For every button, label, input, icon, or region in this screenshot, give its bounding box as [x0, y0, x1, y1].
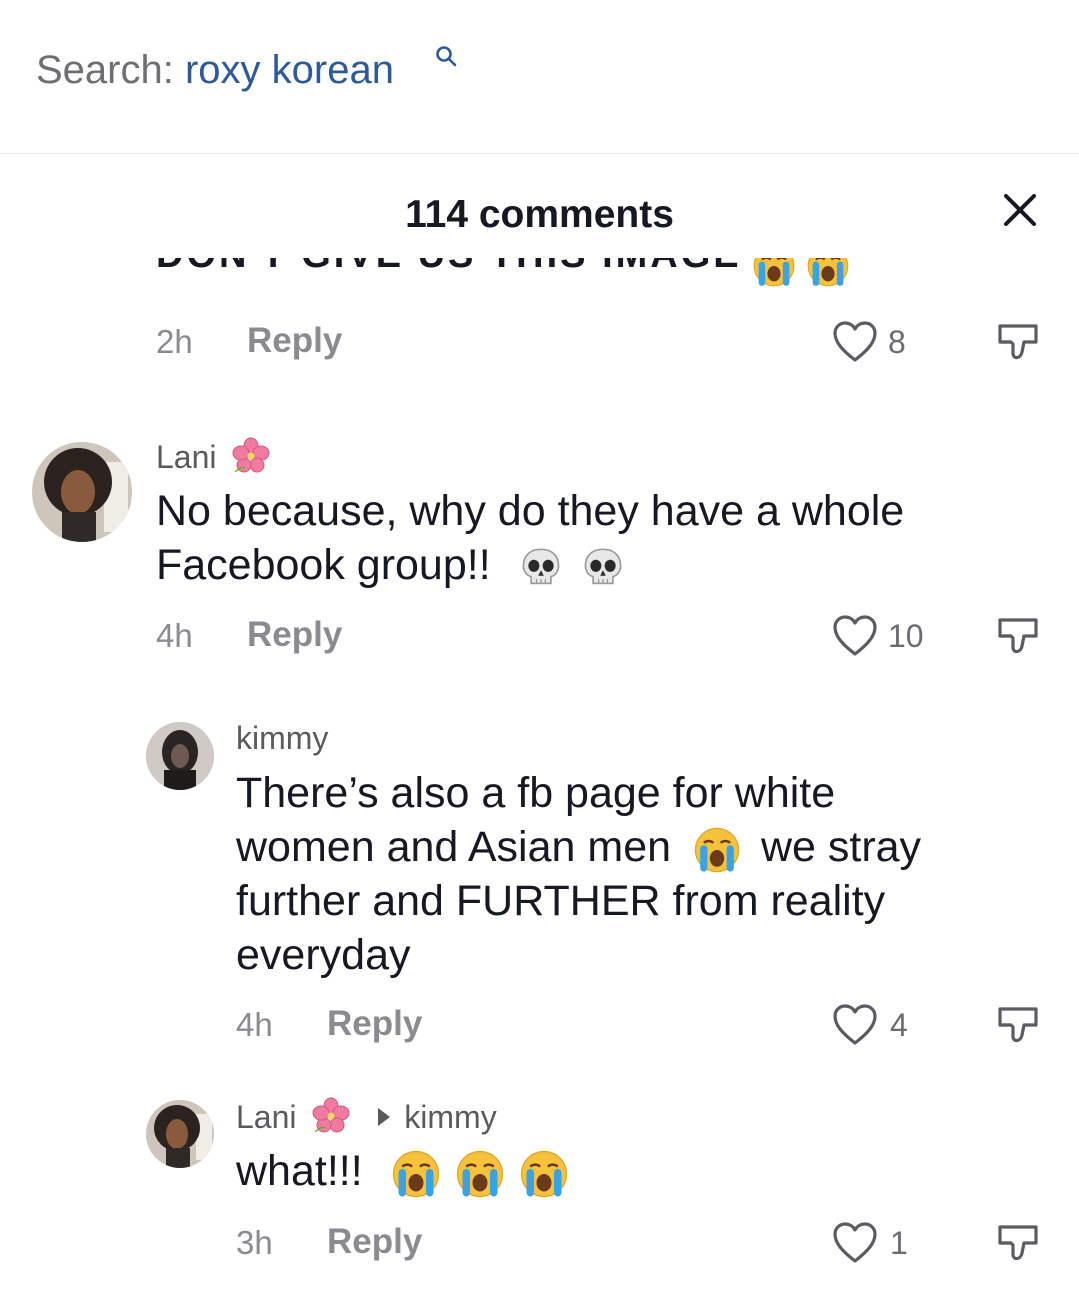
avatar[interactable]	[32, 442, 132, 542]
heart-icon[interactable]	[832, 1221, 878, 1265]
search-bar[interactable]: Search: roxy korean	[0, 0, 1079, 154]
dislike-icon[interactable]	[996, 320, 1040, 364]
comments-count-title: 114 comments	[405, 193, 674, 236]
avatar[interactable]	[146, 1100, 214, 1168]
comment-username[interactable]: Lani kimmy	[236, 1096, 497, 1137]
comment-time: 4h	[236, 1006, 273, 1043]
heart-icon[interactable]	[832, 320, 878, 364]
close-icon[interactable]	[998, 188, 1042, 232]
reply-to-username[interactable]: kimmy	[404, 1099, 496, 1135]
like-count: 1	[890, 1225, 908, 1261]
comment-text: No because, why do they have a whole Fac…	[156, 487, 905, 590]
comment-time: 2h	[156, 323, 193, 360]
reply-button[interactable]: Reply	[247, 321, 342, 361]
heart-icon[interactable]	[832, 614, 878, 658]
crying-face-emoji	[519, 1149, 569, 1199]
comment-username[interactable]: kimmy	[236, 718, 328, 758]
reply-arrow-icon	[378, 1108, 391, 1126]
hibiscus-emoji	[231, 436, 271, 476]
skull-emoji	[581, 546, 625, 590]
crying-face-emoji	[455, 1149, 505, 1199]
like-count: 4	[890, 1007, 908, 1043]
crying-face-emoji	[391, 1149, 441, 1199]
skull-emoji	[519, 546, 563, 590]
reply-button[interactable]: Reply	[327, 1004, 422, 1044]
dislike-icon[interactable]	[996, 614, 1040, 658]
comment-text: There’s also a fb page for white women a…	[236, 769, 922, 979]
comment-text-clipped: DON'T GIVE US THIS IMAGE	[156, 258, 896, 298]
avatar[interactable]	[146, 722, 214, 790]
comment-text: what!!!	[236, 1144, 1056, 1199]
crying-face-emoji	[693, 826, 741, 874]
reply-button[interactable]: Reply	[327, 1222, 422, 1262]
comment-time: 3h	[236, 1224, 273, 1261]
search-icon[interactable]	[434, 44, 458, 68]
dislike-icon[interactable]	[996, 1003, 1040, 1047]
comment-username[interactable]: Lani	[156, 436, 271, 477]
like-count: 8	[888, 324, 906, 360]
search-query[interactable]: roxy korean	[185, 48, 394, 92]
dislike-icon[interactable]	[996, 1221, 1040, 1265]
hibiscus-emoji	[311, 1096, 351, 1136]
like-count: 10	[888, 618, 924, 654]
crying-face-emoji	[806, 258, 850, 288]
crying-face-emoji	[752, 258, 796, 288]
search-prefix: Search:	[36, 48, 174, 92]
reply-button[interactable]: Reply	[247, 615, 342, 655]
comment-time: 4h	[156, 617, 193, 654]
search-query-text[interactable]: Search: roxy korean	[36, 44, 394, 96]
heart-icon[interactable]	[832, 1003, 878, 1047]
